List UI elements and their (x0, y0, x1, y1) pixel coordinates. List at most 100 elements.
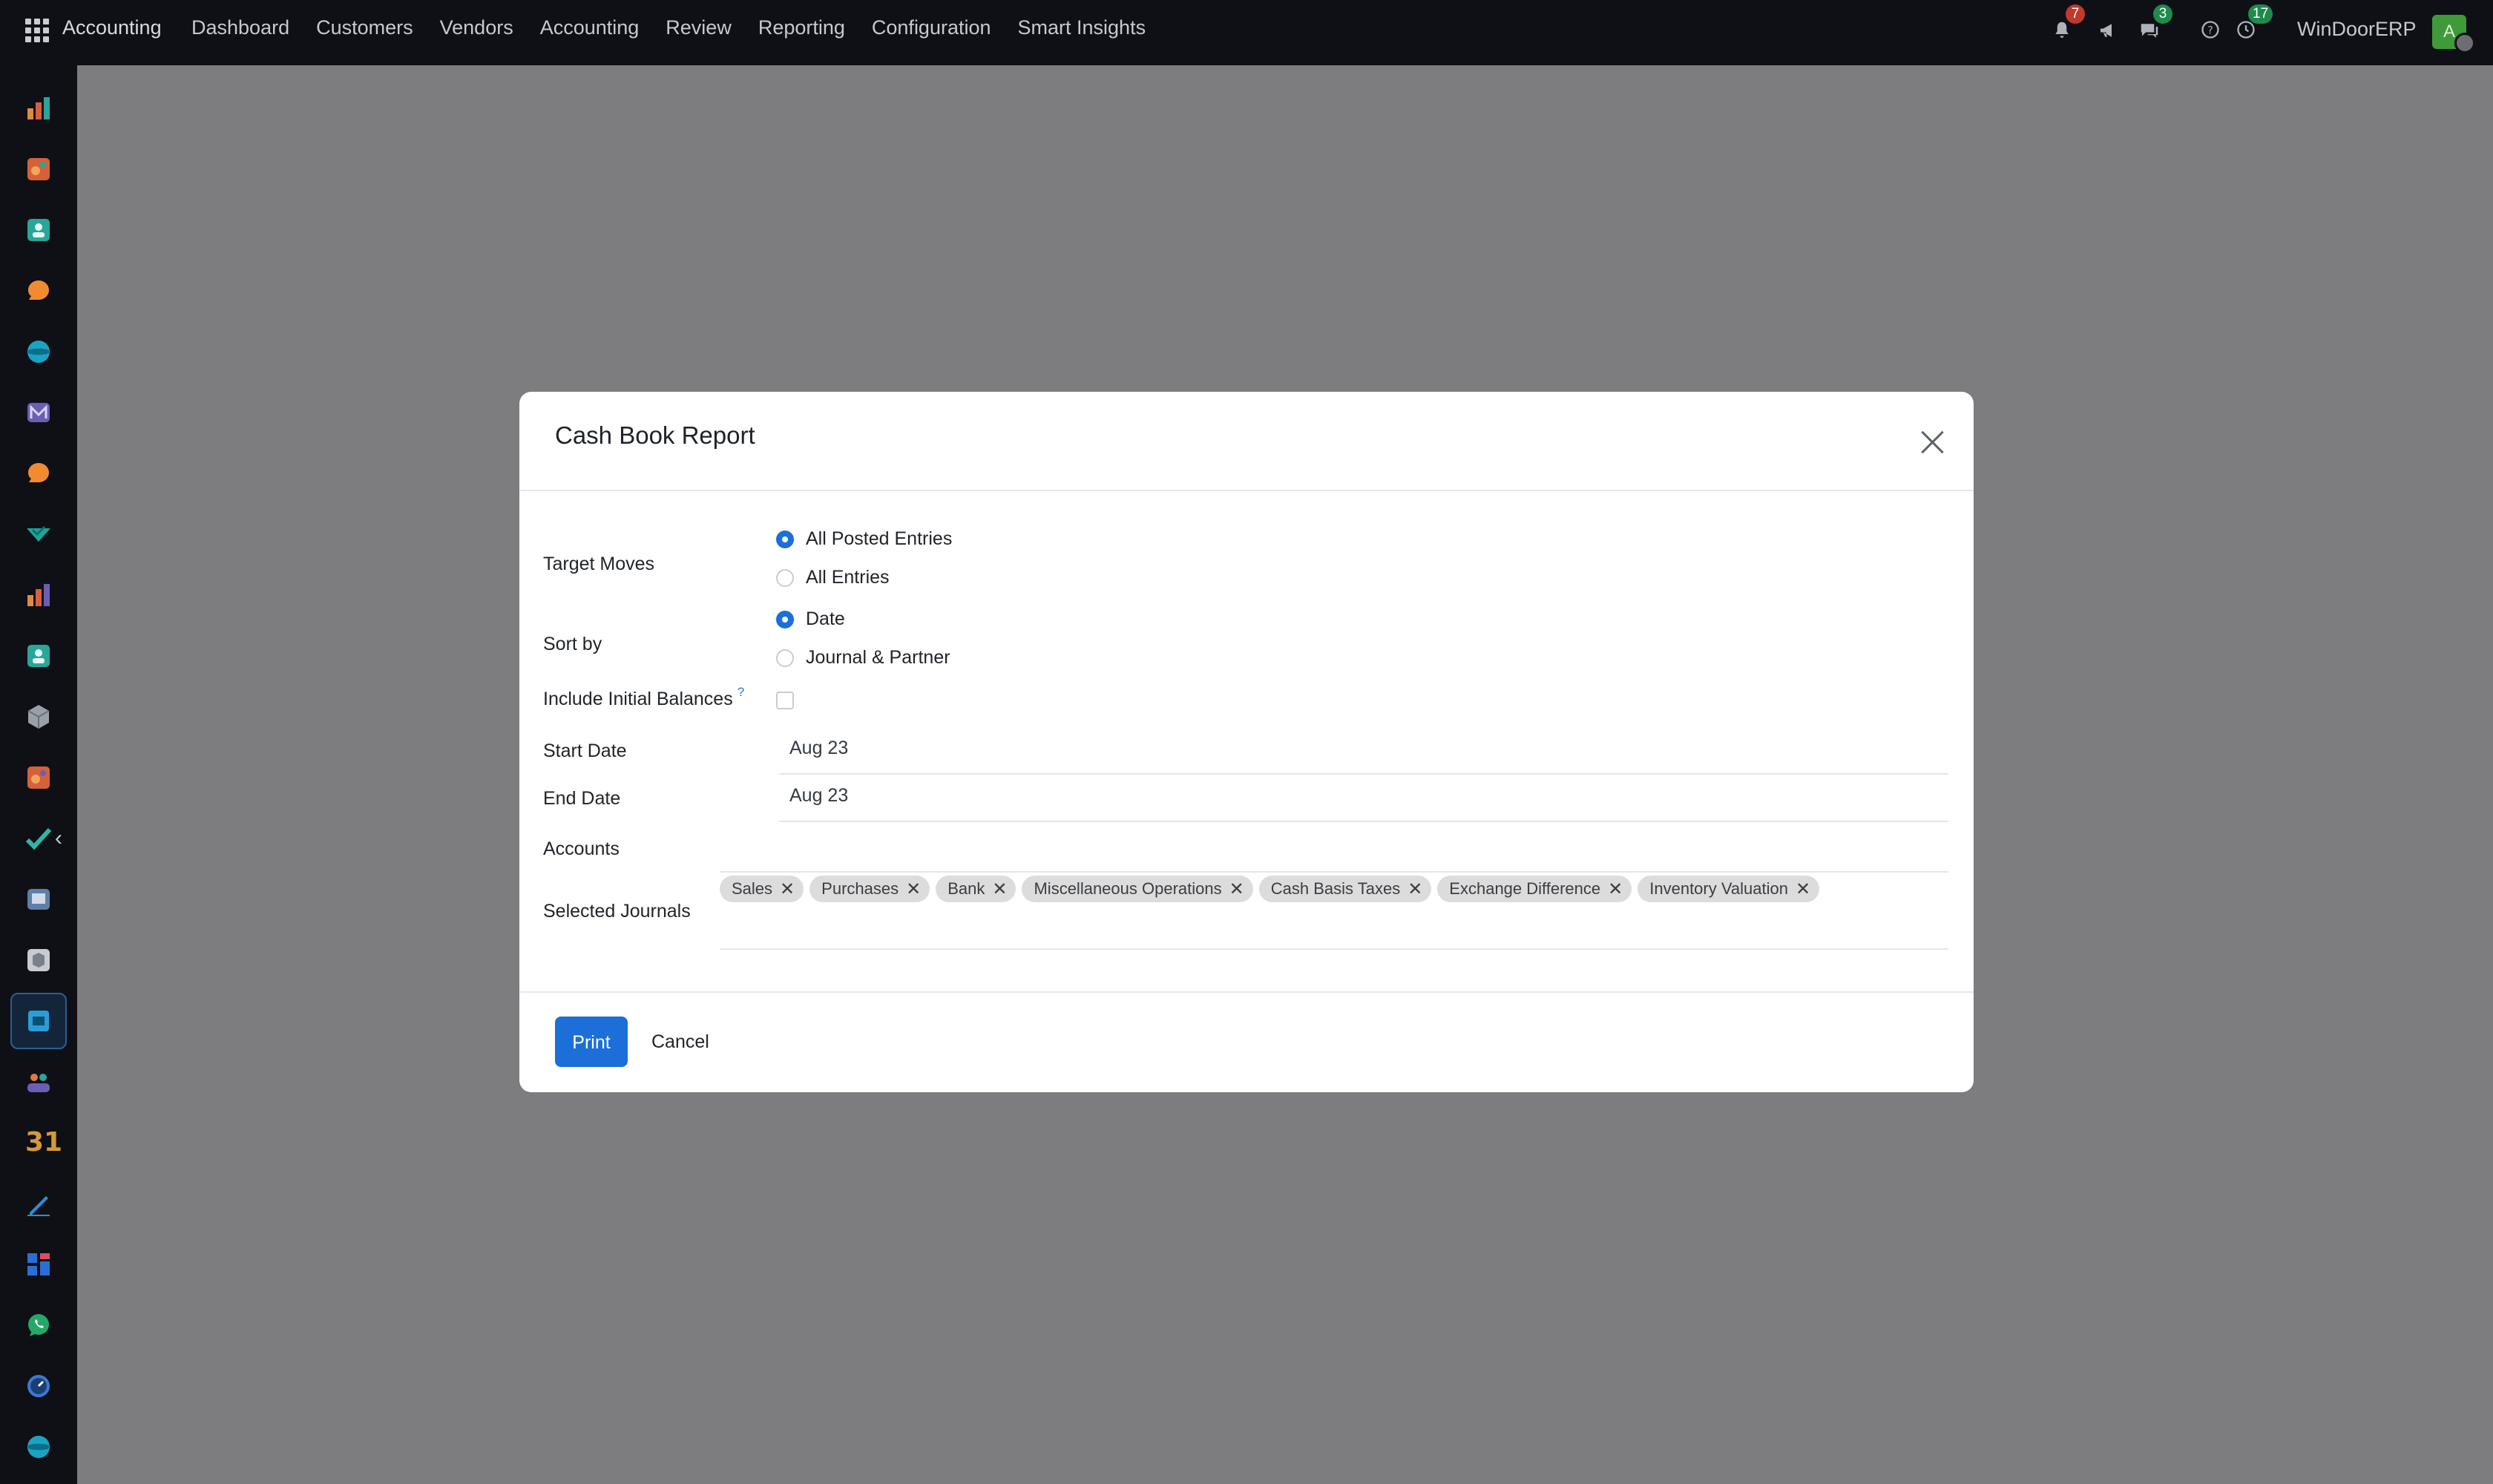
radio-all-entries[interactable]: All Entries (776, 567, 890, 588)
activities-badge: 17 (2248, 4, 2273, 24)
remove-tag-icon[interactable]: ✕ (906, 879, 921, 900)
selected-journals-label: Selected Journals (543, 901, 691, 922)
journal-tag-purchases: Purchases ✕ (809, 876, 930, 902)
tag-label: Sales (732, 879, 773, 898)
presence-status-dot (2454, 33, 2475, 53)
whatsapp-icon[interactable] (25, 1312, 52, 1339)
cube-icon[interactable] (25, 703, 52, 730)
close-icon[interactable] (1914, 424, 1950, 460)
remove-tag-icon[interactable]: ✕ (1408, 879, 1422, 900)
end-date-input[interactable]: Aug 23 (789, 785, 848, 807)
remove-tag-icon[interactable]: ✕ (1229, 879, 1244, 900)
radio-all-posted-entries[interactable]: All Posted Entries (776, 528, 952, 550)
journal-tag-miscellaneous-operations: Miscellaneous Operations ✕ (1022, 876, 1253, 902)
menu-item-accounting[interactable]: Accounting (540, 16, 640, 39)
megaphone-icon[interactable] (2095, 19, 2121, 45)
include-initial-balances-checkbox[interactable] (776, 692, 794, 709)
start-date-label: Start Date (543, 741, 627, 761)
journal-tag-cash-basis-taxes: Cash Basis Taxes ✕ (1258, 876, 1432, 902)
puzzle-icon[interactable] (25, 156, 52, 183)
bell-icon[interactable] (2049, 19, 2075, 45)
sales-chart-icon[interactable] (25, 95, 52, 122)
discuss-icon[interactable] (25, 460, 52, 487)
menu-item-configuration[interactable]: Configuration (872, 16, 991, 39)
app-sidebar: ‹ 31 (0, 65, 77, 1484)
menu-item-customers[interactable]: Customers (316, 16, 413, 39)
tag-label: Miscellaneous Operations (1034, 879, 1222, 898)
inventory-icon[interactable] (25, 764, 52, 791)
selected-journals-tags: Sales ✕ Purchases ✕ Bank ✕ Miscellaneous Op… (720, 876, 1820, 902)
radio-button-checked[interactable] (776, 610, 794, 628)
dashboard-icon[interactable] (25, 1251, 52, 1278)
app-brand[interactable]: Accounting (62, 16, 162, 39)
check-flag-icon[interactable] (25, 521, 52, 548)
remove-tag-icon[interactable]: ✕ (992, 879, 1007, 900)
svg-text:?: ? (2207, 24, 2213, 36)
dialog-footer: Print Cancel (519, 991, 1974, 1092)
help-tooltip-icon[interactable]: ? (738, 685, 744, 699)
include-initial-balances-label: Include Initial Balances? (543, 685, 744, 710)
employee-card-icon[interactable] (25, 643, 52, 669)
accounts-input[interactable] (720, 871, 1948, 873)
cash-book-report-dialog: Cash Book Report Target Moves All Posted… (519, 392, 1974, 1092)
box-icon[interactable] (25, 947, 52, 974)
dialog-header: Cash Book Report (519, 392, 1974, 491)
radio-label: Date (806, 608, 845, 629)
checkmark-icon[interactable] (25, 825, 52, 852)
tag-label: Exchange Difference (1449, 879, 1601, 898)
start-date-underline (779, 773, 1948, 775)
radio-label: Journal & Partner (806, 647, 950, 668)
radio-sort-date[interactable]: Date (776, 608, 845, 630)
radio-label: All Posted Entries (806, 528, 953, 549)
contacts-icon[interactable] (25, 217, 52, 243)
radio-button[interactable] (776, 649, 794, 667)
bar-chart-icon[interactable] (25, 582, 52, 608)
main-menu: Dashboard Customers Vendors Accounting R… (191, 16, 1172, 39)
chat-icon[interactable] (2137, 19, 2162, 45)
journal-tag-inventory-valuation: Inventory Valuation ✕ (1638, 876, 1820, 902)
radio-button-checked[interactable] (776, 530, 794, 548)
accounting-icon (28, 1011, 49, 1031)
tag-label: Inventory Valuation (1649, 879, 1788, 898)
accounts-label: Accounts (543, 838, 620, 859)
menu-item-review[interactable]: Review (666, 16, 732, 39)
apps-menu-icon[interactable] (25, 19, 49, 42)
radio-label: All Entries (806, 567, 890, 588)
selected-journals-input[interactable] (720, 948, 1948, 950)
company-switcher[interactable]: WinDoorERP (2297, 18, 2417, 41)
tag-label: Bank (947, 879, 985, 898)
print-button[interactable]: Print (555, 1017, 628, 1067)
tag-label: Purchases (821, 879, 899, 898)
remove-tag-icon[interactable]: ✕ (780, 879, 795, 900)
menu-item-vendors[interactable]: Vendors (440, 16, 513, 39)
sign-pen-icon[interactable] (25, 1190, 52, 1217)
accounting-app-active[interactable] (10, 993, 67, 1049)
mail-icon[interactable] (25, 399, 52, 426)
remove-tag-icon[interactable]: ✕ (1796, 879, 1810, 900)
globe-icon[interactable] (25, 338, 52, 365)
journal-tag-exchange-difference: Exchange Difference ✕ (1437, 876, 1632, 902)
book-icon[interactable] (25, 886, 52, 913)
menu-item-reporting[interactable]: Reporting (758, 16, 845, 39)
remove-tag-icon[interactable]: ✕ (1608, 879, 1623, 900)
notifications-badge: 7 (2066, 4, 2085, 24)
include-initial-balances-text: Include Initial Balances (543, 689, 733, 709)
end-date-label: End Date (543, 788, 621, 809)
target-moves-label: Target Moves (543, 554, 655, 574)
radio-sort-journal-partner[interactable]: Journal & Partner (776, 647, 950, 669)
top-navbar: Accounting Dashboard Customers Vendors A… (0, 0, 2493, 65)
people-icon[interactable] (25, 1068, 52, 1095)
calendar-icon[interactable]: 31 (25, 1129, 62, 1156)
web-icon[interactable] (25, 1434, 52, 1460)
start-date-input[interactable]: Aug 23 (789, 738, 848, 759)
menu-item-dashboard[interactable]: Dashboard (191, 16, 289, 39)
journal-tag-bank: Bank ✕ (936, 876, 1016, 902)
tag-label: Cash Basis Taxes (1270, 879, 1401, 898)
end-date-underline (779, 821, 1948, 822)
menu-item-smart-insights[interactable]: Smart Insights (1018, 16, 1146, 39)
chat-bubble-icon[interactable] (25, 278, 52, 304)
radio-button[interactable] (776, 568, 794, 587)
cancel-button[interactable]: Cancel (648, 1017, 712, 1067)
help-icon[interactable]: ? (2198, 19, 2223, 45)
timer-icon[interactable] (25, 1373, 52, 1399)
